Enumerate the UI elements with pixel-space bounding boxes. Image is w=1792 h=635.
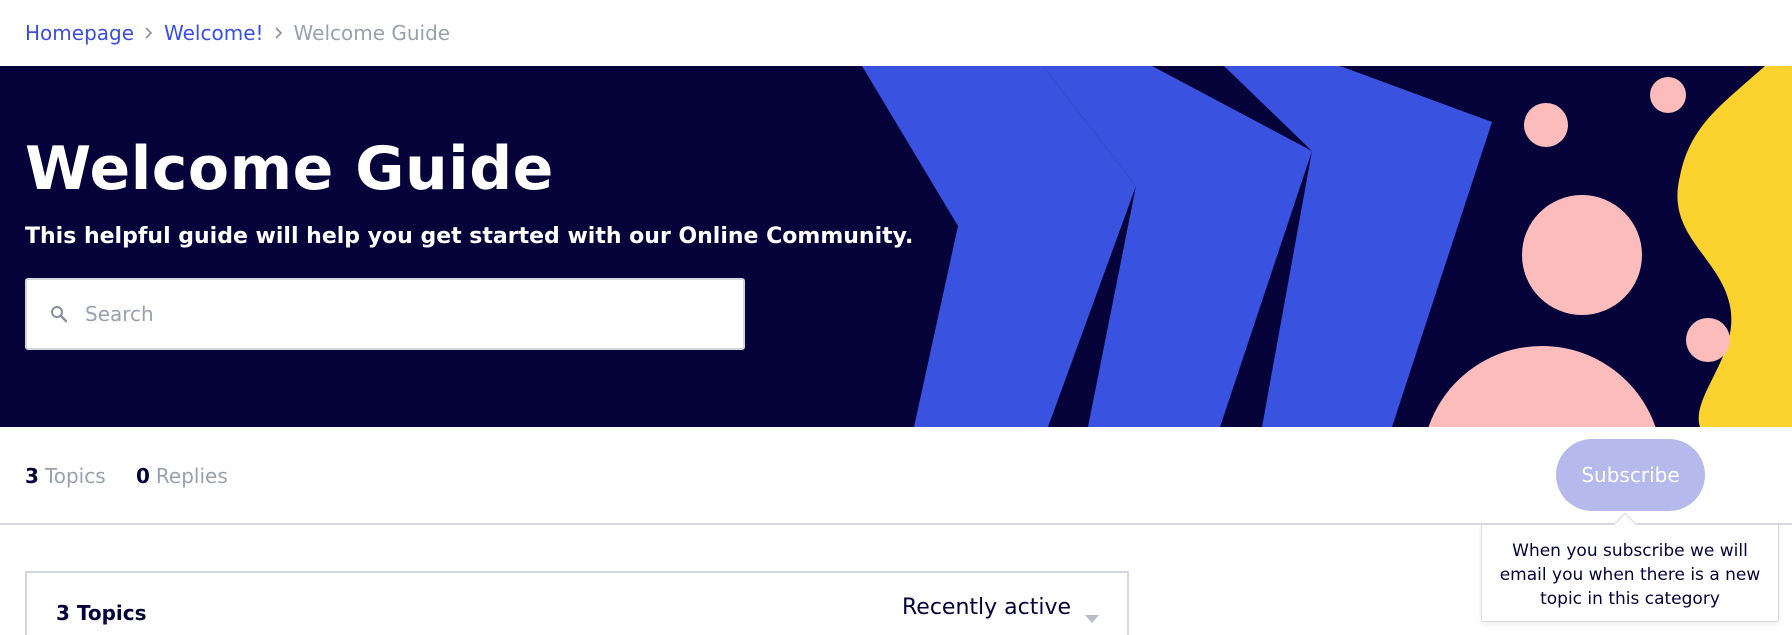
search-input[interactable] bbox=[85, 302, 685, 326]
page-title: Welcome Guide bbox=[25, 134, 554, 204]
topics-count: 3 bbox=[25, 464, 39, 488]
replies-label: Replies bbox=[155, 464, 228, 488]
topics-heading: 3 Topics bbox=[56, 601, 147, 625]
page-subtitle: This helpful guide will help you get sta… bbox=[25, 224, 914, 249]
yellow-wave-shape bbox=[1677, 66, 1792, 427]
subscribe-button[interactable]: Subscribe bbox=[1556, 439, 1705, 511]
breadcrumb: Homepage Welcome! Welcome Guide bbox=[25, 0, 450, 66]
pink-circle-shape bbox=[1522, 195, 1642, 315]
chevron-right-icon bbox=[144, 26, 154, 40]
breadcrumb-link-welcome[interactable]: Welcome! bbox=[164, 21, 264, 45]
sort-selected-value: Recently active bbox=[902, 595, 1072, 620]
topics-stat: 3 Topics bbox=[25, 464, 106, 488]
topics-panel: 3 Topics Recently active bbox=[25, 571, 1129, 635]
pink-circle-shape bbox=[1686, 318, 1730, 362]
search-icon bbox=[49, 304, 69, 324]
replies-count: 0 bbox=[136, 464, 150, 488]
replies-stat: 0 Replies bbox=[136, 464, 228, 488]
sort-dropdown[interactable]: Recently active bbox=[902, 595, 1100, 623]
breadcrumb-link-homepage[interactable]: Homepage bbox=[25, 21, 134, 45]
pink-circle-shape bbox=[1650, 77, 1686, 113]
hero-banner: Welcome Guide This helpful guide will he… bbox=[0, 66, 1792, 427]
topics-label: Topics bbox=[44, 464, 106, 488]
chevron-right-icon bbox=[274, 26, 284, 40]
pink-circle-shape bbox=[1524, 103, 1568, 147]
caret-down-icon bbox=[1085, 604, 1100, 623]
tooltip-text: When you subscribe we will email you whe… bbox=[1499, 541, 1761, 609]
breadcrumb-current: Welcome Guide bbox=[293, 21, 451, 45]
category-stats-bar: 3 Topics 0 Replies Subscribe bbox=[0, 427, 1792, 525]
subscribe-tooltip: When you subscribe we will email you whe… bbox=[1481, 512, 1779, 622]
search-box[interactable] bbox=[25, 278, 745, 350]
pink-circle-shape bbox=[1428, 346, 1656, 427]
